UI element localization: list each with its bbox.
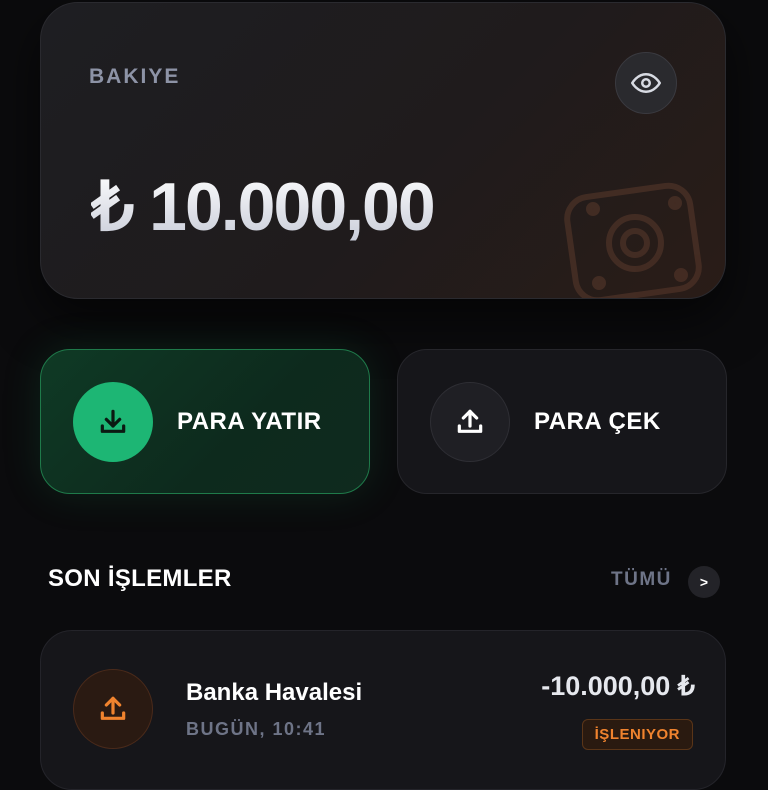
see-all-arrow-button[interactable]: > (688, 566, 720, 598)
deposit-label: PARA YATIR (177, 408, 322, 435)
recent-transactions-title: SON İŞLEMLER (48, 565, 232, 592)
safe-icon (564, 182, 702, 298)
see-all-link[interactable]: TÜMÜ (611, 569, 672, 591)
upload-icon (100, 696, 126, 720)
download-icon (100, 409, 126, 433)
balance-label: BAKIYE (89, 65, 181, 88)
upload-icon (457, 409, 483, 433)
chevron-right-icon: > (699, 574, 709, 590)
balance-card: BAKIYE ₺ 10.000,00 (40, 2, 726, 299)
status-badge: İŞLENIYOR (581, 719, 693, 750)
transaction-item[interactable]: Banka Havalesi BUGÜN, 10:41 -10.000,00 ₺… (40, 630, 726, 790)
transaction-amount: -10.000,00 ₺ (541, 671, 695, 701)
deposit-button[interactable]: PARA YATIR (40, 349, 370, 494)
withdraw-icon-circle (430, 382, 510, 462)
toggle-balance-visibility-button[interactable] (615, 52, 677, 114)
withdraw-label: PARA ÇEK (534, 408, 661, 435)
balance-amount: ₺ 10.000,00 (91, 169, 436, 245)
eye-icon (631, 73, 661, 93)
transaction-date: BUGÜN, 10:41 (186, 719, 327, 739)
transaction-icon-circle (73, 669, 153, 749)
withdraw-button[interactable]: PARA ÇEK (397, 349, 727, 494)
deposit-icon-circle (73, 382, 153, 462)
transaction-title: Banka Havalesi (186, 679, 363, 706)
